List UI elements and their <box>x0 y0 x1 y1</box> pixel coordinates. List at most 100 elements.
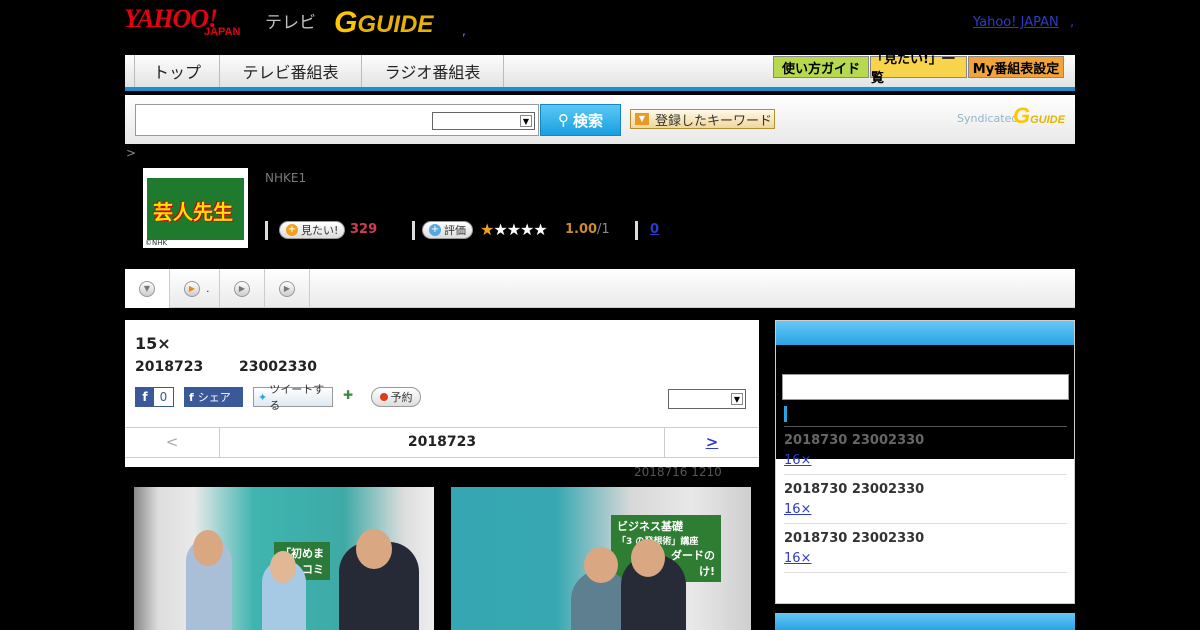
rate-button[interactable]: + 評価 <box>422 221 473 239</box>
stat-divider <box>635 221 638 240</box>
breadcrumb[interactable]: > <box>126 146 136 160</box>
yahoo-japan-link-dot: , <box>1070 15 1075 30</box>
facebook-icon: f <box>189 390 194 404</box>
rating-count: /1 <box>597 222 610 237</box>
search-icon: ⚲ <box>557 111 569 129</box>
pager-next-button[interactable]: > <box>664 428 759 457</box>
pager-prev-button[interactable]: < <box>125 428 220 457</box>
episode-card: 15× 2018723 23002330 f 0 f シェア ✦ ツイートする … <box>125 320 759 467</box>
syndicated-g-mark: G <box>1013 103 1031 128</box>
program-thumbnail: 芸人先生 ©NHK <box>143 168 248 248</box>
tweet-button-label: ツイートする <box>269 383 325 412</box>
tab-episodes[interactable]: ▶ . <box>170 269 220 308</box>
star-empty-icon: ★ <box>506 220 521 239</box>
want-list-button[interactable]: 「見たい!」一覧 <box>870 52 967 86</box>
my-schedule-settings-button[interactable]: My番組表設定 <box>968 56 1064 78</box>
list-item-date: 2018730 23002330 <box>784 482 925 497</box>
sidebar-panel: 2018730 23002330 16× 2018730 23002330 16… <box>775 320 1075 604</box>
nav-tab-top[interactable]: トップ <box>135 55 220 87</box>
episode-photo-1: 「初めま ツッコミ <box>134 487 434 630</box>
facebook-share-button[interactable]: f シェア <box>184 387 243 407</box>
list-item: 2018730 23002330 16× <box>784 525 1067 573</box>
usage-guide-button[interactable]: 使い方ガイド <box>773 56 869 78</box>
person-head <box>356 529 392 569</box>
play-icon: ▶ <box>279 280 295 297</box>
star-empty-icon: ★ <box>493 220 507 239</box>
episode-photo-2: ビジネス基礎 「3 の発想術」講座 ダードの け! <box>451 487 751 630</box>
reserve-button[interactable]: 予約 <box>371 387 421 407</box>
stat-divider <box>265 221 268 240</box>
chevron-down-icon: ▼ <box>520 115 532 127</box>
update-timestamp: 2018716 1210 <box>634 465 722 479</box>
person-head <box>631 539 665 577</box>
want-button-label: 見たい! <box>301 224 339 237</box>
play-icon: ▶ <box>234 280 250 297</box>
tv-logo-text[interactable]: テレビ <box>265 8 316 33</box>
episode-date: 2018723 <box>135 359 204 375</box>
rate-button-label: 評価 <box>444 224 466 237</box>
sidebar-header <box>776 321 1074 345</box>
list-item-link[interactable]: 16× <box>784 453 811 468</box>
add-to-list-icon[interactable]: ✚ <box>343 388 359 404</box>
photo-sign-2-line1: ビジネス基礎 <box>617 520 683 533</box>
list-item: 2018730 23002330 16× <box>784 476 1067 524</box>
facebook-share-label: シェア <box>197 391 231 404</box>
plus-icon: + <box>429 224 441 236</box>
facebook-like-count: 0 <box>159 390 168 404</box>
episode-time: 23002330 <box>239 359 317 375</box>
gguide-g-mark: G <box>334 6 358 39</box>
review-count-link[interactable]: 0 <box>650 222 659 237</box>
syndicated-logo-text: GUIDE <box>1030 114 1065 126</box>
nav-tab-tv-schedule[interactable]: テレビ番組表 <box>220 55 362 87</box>
tweet-button[interactable]: ✦ ツイートする <box>253 383 333 412</box>
episode-select[interactable]: ▼ <box>668 389 746 409</box>
search-button-label: 検索 <box>572 111 603 130</box>
triangle-down-icon: ▼ <box>635 113 649 125</box>
star-empty-icon: ★ <box>520 220 534 239</box>
rating-value: 1.00 <box>565 222 598 237</box>
nav-tab-radio-schedule[interactable]: ラジオ番組表 <box>362 55 504 87</box>
episode-pager: < 2018723 > <box>125 427 759 458</box>
search-button[interactable]: ⚲ 検索 <box>540 104 621 136</box>
plus-icon: + <box>286 224 298 236</box>
gguide-logo[interactable]: GGUIDE <box>334 6 433 40</box>
list-item-link[interactable]: 16× <box>784 551 811 566</box>
program-tab-bar: ▼ ▶ . ▶ ▶ <box>125 269 1075 308</box>
sidebar-panel-2-header <box>775 613 1075 630</box>
star-empty-icon: ★ <box>533 220 547 239</box>
photo-sign-2-line2: 「3 の発想術」講座 <box>617 537 699 547</box>
person-head <box>270 551 296 583</box>
stat-divider <box>412 221 415 240</box>
tab-overview[interactable]: ▼ <box>125 269 170 308</box>
facebook-icon: f <box>136 388 154 406</box>
list-item-link[interactable]: 16× <box>784 502 811 517</box>
tab-episodes-label: . <box>206 282 210 295</box>
pager-current-date: 2018723 <box>407 434 477 450</box>
channel-name: NHKE1 <box>265 171 307 185</box>
registered-keywords-label: 登録したキーワード <box>655 113 773 129</box>
syndicated-gguide-logo: GGUIDE <box>1013 103 1065 129</box>
tab-reviews[interactable]: ▶ <box>265 269 310 308</box>
syndicated-label: Syndicated <box>957 112 1019 125</box>
thumbnail-credit: ©NHK <box>145 239 168 247</box>
header-dot: , <box>462 24 466 38</box>
registered-keywords-button[interactable]: ▼ 登録したキーワード <box>630 109 775 129</box>
want-button[interactable]: + 見たい! <box>279 221 346 239</box>
search-bar: ▼ ⚲ 検索 ▼ 登録したキーワード Syndicated GGUIDE <box>125 95 1075 144</box>
chevron-down-icon: ▼ <box>731 393 743 405</box>
search-category-select[interactable]: ▼ <box>432 112 535 130</box>
chevron-down-icon: ▼ <box>139 280 155 297</box>
record-dot-icon <box>379 393 388 401</box>
page: YAHOO! JAPAN テレビ GGUIDE , Yahoo! JAPAN ,… <box>0 0 1200 630</box>
facebook-like-button[interactable]: f 0 <box>135 387 174 407</box>
reserve-button-label: 予約 <box>390 391 413 404</box>
person-head <box>584 547 618 583</box>
person-head <box>193 530 223 566</box>
tab-cast[interactable]: ▶ <box>220 269 265 308</box>
episode-title: 15× <box>135 334 171 353</box>
gguide-logo-text: GUIDE <box>357 11 434 38</box>
sidebar-input[interactable] <box>782 374 1069 400</box>
list-item-date: 2018730 23002330 <box>784 531 925 546</box>
yahoo-japan-logo-text: JAPAN <box>204 26 241 38</box>
yahoo-japan-link[interactable]: Yahoo! JAPAN <box>973 15 1059 30</box>
